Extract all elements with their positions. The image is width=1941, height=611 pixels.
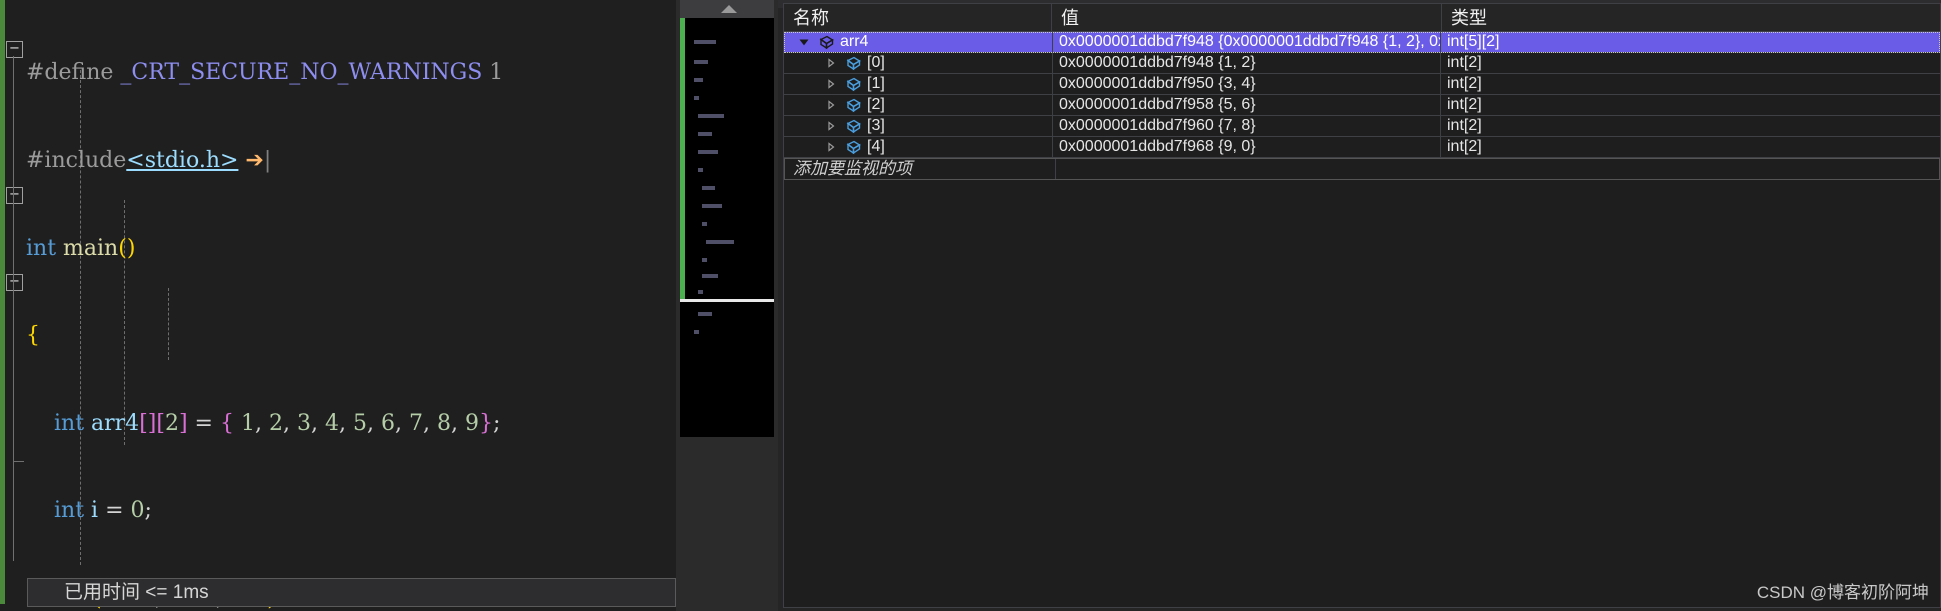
vs-debugger-screen: − − − #define _CRT_SECURE_NO_WARNINGS 1 … [0,0,1941,611]
watch-window[interactable]: 名称 值 类型 arr4 0x0000001ddbd7f948 {0x000000… [778,0,1941,611]
watch-cell-type: int[2] [1447,96,1482,113]
minimap-canvas[interactable] [680,18,774,437]
column-divider [1440,53,1441,73]
code-line-4: { [26,323,40,349]
watch-cell-name[interactable]: arr4 [784,32,1052,52]
watch-row[interactable]: arr4 0x0000001ddbd7f948 {0x0000001ddbd7f9… [784,32,1940,53]
minimap-current-line-marker [680,299,774,302]
watch-cell-value[interactable]: 0x0000001ddbd7f960 {7, 8} [1054,116,1440,136]
column-divider [1440,116,1441,136]
triangle-right-icon[interactable] [825,78,837,90]
code-text[interactable]: #define _CRT_SECURE_NO_WARNINGS 1 #inclu… [0,0,676,611]
watch-cell-name[interactable]: [0] [784,53,1052,73]
column-divider [1052,137,1053,157]
watch-cell-type: int[2] [1447,75,1482,92]
add-watch-column-divider [1055,159,1056,179]
watch-item-name: [2] [867,96,885,113]
array-box-icon [844,140,861,155]
triangle-right-icon[interactable] [825,99,837,111]
watch-cell-name[interactable]: [4] [784,137,1052,157]
minimap-scroll-up-strip[interactable] [680,0,774,18]
column-divider [1052,53,1053,73]
triangle-right-icon[interactable] [825,141,837,153]
datatip-elapsed-time: 已用时间 <= 1ms [27,578,676,607]
watch-item-name: arr4 [840,33,869,50]
watch-cell-value[interactable]: 0x0000001ddbd7f948 {1, 2} [1054,53,1440,73]
triangle-right-icon[interactable] [825,57,837,69]
code-line-1: #define _CRT_SECURE_NO_WARNINGS 1 [26,60,504,86]
add-watch-item-label: 添加要监视的项 [793,159,912,178]
add-watch-item-row[interactable]: 添加要监视的项 [784,158,1940,180]
csdn-watermark: CSDN @博客初阶阿坤 [1756,583,1929,602]
watch-cell-name[interactable]: [3] [784,116,1052,136]
triangle-right-icon[interactable] [825,120,837,132]
watch-item-name: [4] [867,138,885,155]
watch-row[interactable]: [0] 0x0000001ddbd7f948 {1, 2} int[2] [784,53,1940,74]
column-header-type[interactable]: 类型 [1442,4,1940,32]
array-box-icon [844,56,861,71]
column-divider [1052,116,1053,136]
column-divider [1052,95,1053,115]
code-editor[interactable]: − − − #define _CRT_SECURE_NO_WARNINGS 1 … [0,0,676,611]
watch-cell-name[interactable]: [2] [784,95,1052,115]
column-divider [1052,74,1053,94]
code-line-2: #include<stdio.h> ➔| [26,148,272,173]
watch-cell-type: int[5][2] [1447,33,1500,50]
array-box-icon [844,77,861,92]
watch-grid[interactable]: 名称 值 类型 arr4 0x0000001ddbd7f948 {0x000000… [783,3,1941,608]
code-line-5: int arr4[][2] = { 1, 2, 3, 4, 5, 6, 7, 8… [53,410,501,436]
array-box-icon [844,98,861,113]
watch-row[interactable]: [3] 0x0000001ddbd7f960 {7, 8} int[2] [784,116,1940,137]
watch-item-name: [3] [867,117,885,134]
column-header-value[interactable]: 值 [1052,4,1442,32]
column-divider [1052,32,1053,52]
watch-row[interactable]: [4] 0x0000001ddbd7f968 {9, 0} int[2] [784,137,1940,158]
array-box-icon [844,119,861,134]
column-header-name[interactable]: 名称 [784,4,1052,32]
column-divider [1440,32,1441,52]
minimap-pane[interactable] [676,0,778,611]
code-line-3: int main() [26,235,136,261]
triangle-down-icon[interactable] [798,36,810,48]
caret-up-icon[interactable] [721,5,737,13]
array-box-icon [817,35,834,50]
minimap-scroll-thumb[interactable] [680,18,685,299]
column-divider [1440,74,1441,94]
watch-cell-value[interactable]: 0x0000001ddbd7f950 {3, 4} [1054,74,1440,94]
watch-row[interactable]: [1] 0x0000001ddbd7f950 {3, 4} int[2] [784,74,1940,95]
watch-cell-value[interactable]: 0x0000001ddbd7f958 {5, 6} [1054,95,1440,115]
watch-item-name: [0] [867,54,885,71]
watch-row[interactable]: [2] 0x0000001ddbd7f958 {5, 6} int[2] [784,95,1940,116]
watch-cell-type: int[2] [1447,54,1482,71]
code-line-6: int i = 0; [53,498,152,524]
watch-cell-value[interactable]: 0x0000001ddbd7f948 {0x0000001ddbd7f948 {… [1054,32,1440,52]
watch-cell-type: int[2] [1447,138,1482,155]
column-divider [1440,95,1441,115]
watch-cell-name[interactable]: [1] [784,74,1052,94]
watch-cell-type: int[2] [1447,117,1482,134]
column-divider [1440,137,1441,157]
watch-cell-value[interactable]: 0x0000001ddbd7f968 {9, 0} [1054,137,1440,157]
watch-item-name: [1] [867,75,885,92]
